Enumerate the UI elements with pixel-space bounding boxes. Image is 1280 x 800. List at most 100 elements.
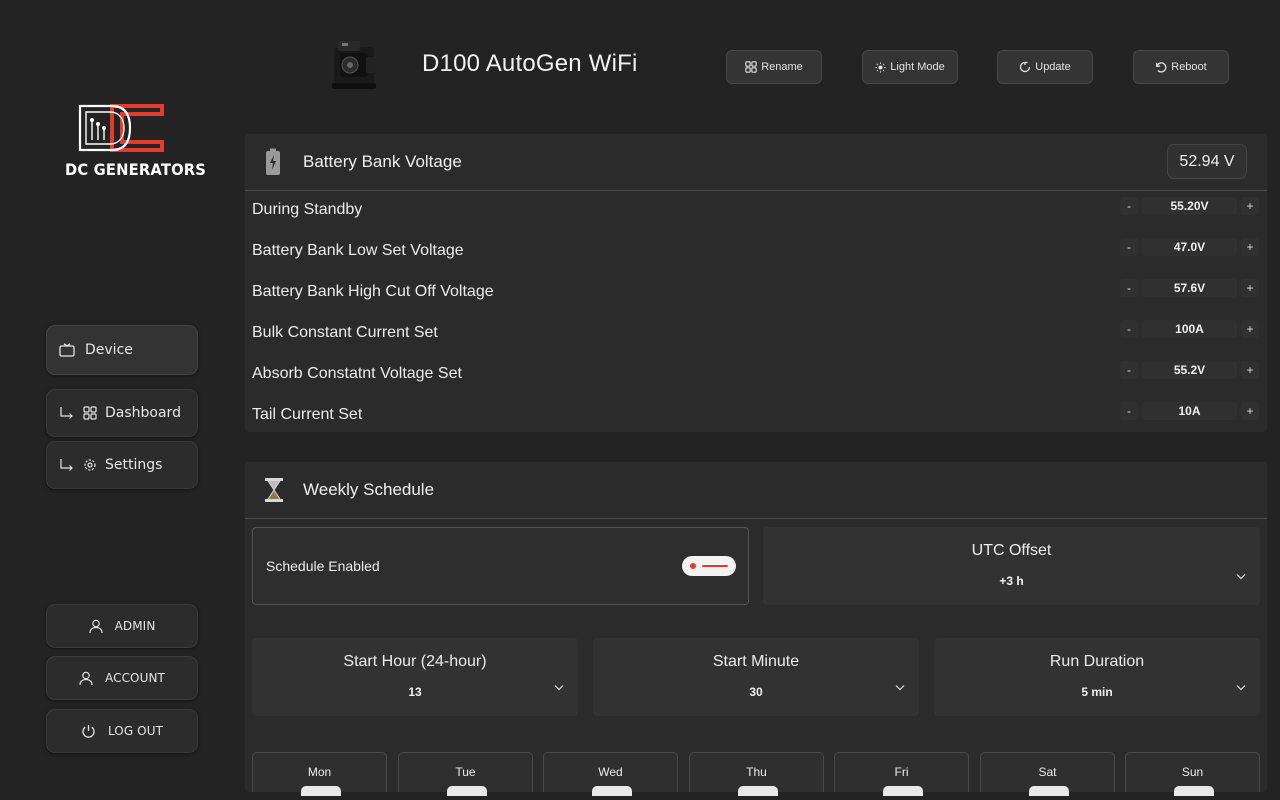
select-value: +3 h [999,574,1024,588]
setting-label: Bulk Constant Current Set [252,324,438,341]
sidebar-item-dashboard[interactable]: Dashboard [46,389,198,437]
increment-button[interactable]: + [1241,279,1259,297]
day-card-tue[interactable]: Tue [398,752,533,796]
logout-button[interactable]: LOG OUT [46,709,198,753]
day-label: Thu [746,765,767,779]
setting-row-low-voltage: Battery Bank Low Set Voltage - 47.0V + [245,232,1267,273]
hourglass-icon [265,478,283,502]
gear-icon [84,459,96,471]
day-label: Wed [598,765,623,779]
day-toggle[interactable] [447,786,487,796]
schedule-title: Weekly Schedule [303,480,435,499]
voltage-stepper: - 47.0V + [1120,238,1259,256]
day-card-fri[interactable]: Fri [834,752,969,796]
sidebar-item-label: Dashboard [105,405,181,421]
select-label: Start Hour (24-hour) [343,653,487,670]
day-toggle[interactable] [883,786,923,796]
schedule-enabled-label: Schedule Enabled [266,558,380,574]
battery-title: Battery Bank Voltage [303,152,462,171]
day-toggle[interactable] [738,786,778,796]
light-mode-button[interactable]: Light Mode [862,50,958,84]
generator-image [332,41,376,89]
current-voltage-badge: 52.94 V [1167,144,1247,179]
stepper-value[interactable]: 57.6V [1142,279,1237,297]
day-card-thu[interactable]: Thu [689,752,824,796]
chevron-down-icon [554,685,564,691]
admin-label: ADMIN [114,619,156,633]
battery-panel-header: Battery Bank Voltage 52.94 V [245,134,1267,191]
voltage-stepper: - 55.2V + [1120,361,1259,379]
increment-button[interactable]: + [1241,238,1259,256]
grid-icon [83,406,97,420]
utc-offset-select[interactable]: UTC Offset +3 h [763,527,1260,605]
decrement-button[interactable]: - [1120,320,1138,338]
setting-row-standby: During Standby - 55.20V + [245,191,1267,232]
day-toggle[interactable] [1174,786,1214,796]
sun-icon [875,61,886,73]
setting-row-bulk-current: Bulk Constant Current Set - 100A + [245,314,1267,355]
schedule-panel-header: Weekly Schedule [245,462,1267,519]
decrement-button[interactable]: - [1120,238,1138,256]
day-card-sat[interactable]: Sat [980,752,1115,796]
voltage-stepper: - 55.20V + [1120,197,1259,215]
setting-label: Battery Bank High Cut Off Voltage [252,283,494,300]
increment-button[interactable]: + [1241,402,1259,420]
day-label: Fri [894,765,909,779]
select-label: Start Minute [712,653,800,670]
sidebar-item-device[interactable]: Device [46,325,198,375]
stepper-value[interactable]: 55.20V [1142,197,1237,215]
account-button[interactable]: ACCOUNT [46,656,198,700]
chevron-down-icon [895,685,905,691]
power-icon [82,724,95,738]
start-minute-select[interactable]: Start Minute 30 [593,638,919,716]
user-icon [88,619,103,633]
run-duration-select[interactable]: Run Duration 5 min [934,638,1260,716]
reboot-button[interactable]: Reboot [1133,50,1229,84]
increment-button[interactable]: + [1241,320,1259,338]
schedule-enabled-toggle[interactable] [682,556,736,576]
setting-row-absorb-voltage: Absorb Constatnt Voltage Set - 55.2V + [245,355,1267,396]
decrement-button[interactable]: - [1120,402,1138,420]
day-card-wed[interactable]: Wed [543,752,678,796]
undo-icon [1156,62,1167,73]
reboot-label: Reboot [1171,61,1207,73]
tv-icon [59,343,75,357]
day-label: Sat [1038,765,1057,779]
decrement-button[interactable]: - [1120,361,1138,379]
current-stepper: - 100A + [1120,320,1259,338]
sidebar-item-label: Settings [105,457,163,473]
grid-icon [745,61,757,73]
day-toggle[interactable] [1029,786,1069,796]
battery-panel: Battery Bank Voltage 52.94 V During Stan… [245,134,1267,432]
user-icon [79,671,93,685]
stepper-value[interactable]: 47.0V [1142,238,1237,256]
schedule-enabled-card: Schedule Enabled [252,527,749,605]
decrement-button[interactable]: - [1120,279,1138,297]
current-stepper: - 10A + [1120,402,1259,420]
dc-logo-icon [78,104,164,152]
toggle-track-mark [702,565,728,567]
refresh-icon [1020,61,1031,73]
stepper-value[interactable]: 10A [1142,402,1237,420]
setting-label: Absorb Constatnt Voltage Set [252,365,462,382]
day-toggle[interactable] [301,786,341,796]
stepper-value[interactable]: 100A [1142,320,1237,338]
rename-button[interactable]: Rename [726,50,822,84]
stepper-value[interactable]: 55.2V [1142,361,1237,379]
update-button[interactable]: Update [997,50,1093,84]
sidebar: DC GENERATORS Device Dashboard Settings … [0,0,240,800]
day-label: Sun [1181,765,1204,779]
logout-label: LOG OUT [107,724,164,738]
sub-arrow-icon [60,459,73,471]
start-hour-select[interactable]: Start Hour (24-hour) 13 [252,638,578,716]
increment-button[interactable]: + [1241,197,1259,215]
brand-logo[interactable]: DC GENERATORS [60,102,207,184]
decrement-button[interactable]: - [1120,197,1138,215]
admin-button[interactable]: ADMIN [46,604,198,648]
sidebar-item-settings[interactable]: Settings [46,441,198,489]
day-card-sun[interactable]: Sun [1125,752,1260,796]
increment-button[interactable]: + [1241,361,1259,379]
day-card-mon[interactable]: Mon [252,752,387,796]
day-toggle[interactable] [592,786,632,796]
brand-name: DC GENERATORS [64,160,207,179]
